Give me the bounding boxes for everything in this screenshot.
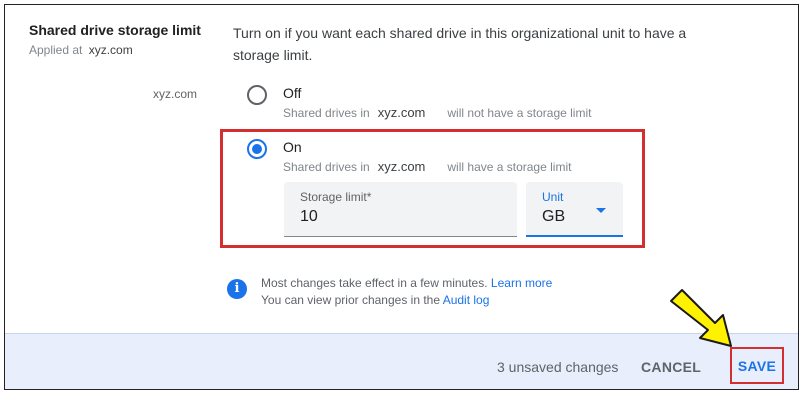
org-unit-label: xyz.com [153,87,198,101]
unit-value[interactable]: GB [542,208,565,226]
info-text: Most changes take effect in a few minute… [261,275,552,309]
unsaved-changes-count: 3 unsaved changes [497,359,619,375]
unit-label: Unit [542,190,564,204]
option-on-description: Shared drives in xyz.com will have a stora… [283,159,571,174]
option-on-desc-suffix: will have a storage limit [447,160,572,174]
setting-applied-at: Applied at xyz.com [29,43,133,57]
pointer-arrow-icon [670,289,732,347]
info-line-2: You can view prior changes in the Audit … [261,292,552,309]
storage-limit-input[interactable]: Storage limit* 10 [284,182,517,237]
save-button[interactable]: SAVE [730,347,784,384]
option-on-desc-domain: xyz.com [377,159,426,174]
storage-limit-label: Storage limit* [300,190,372,204]
radio-off[interactable] [247,85,267,105]
info-icon: i [227,279,247,299]
info-line-1-text: Most changes take effect in a few minute… [261,276,488,290]
option-off-desc-prefix: Shared drives in [283,106,370,120]
cancel-button[interactable]: CANCEL [641,359,701,375]
info-line-2-text: You can view prior changes in the [261,293,441,307]
option-on-desc-prefix: Shared drives in [283,160,370,174]
audit-log-link[interactable]: Audit log [443,293,490,307]
learn-more-link[interactable]: Learn more [491,276,552,290]
option-off-desc-suffix: will not have a storage limit [447,106,592,120]
settings-panel: Shared drive storage limit Applied at xy… [4,4,799,390]
option-off-label[interactable]: Off [283,85,301,101]
radio-on[interactable] [247,139,267,159]
applied-at-domain: xyz.com [88,43,133,57]
setting-description: Turn on if you want each shared drive in… [233,25,687,63]
option-off-description: Shared drives in xyz.com will not have a s… [283,105,591,120]
setting-title: Shared drive storage limit [29,22,201,38]
option-on-label[interactable]: On [283,139,302,155]
info-line-1: Most changes take effect in a few minute… [261,275,552,292]
storage-limit-value[interactable]: 10 [300,208,318,226]
option-off-desc-domain: xyz.com [377,105,426,120]
chevron-down-icon[interactable] [596,208,606,213]
applied-at-label: Applied at [29,43,83,57]
unit-select[interactable]: Unit GB [526,182,623,237]
